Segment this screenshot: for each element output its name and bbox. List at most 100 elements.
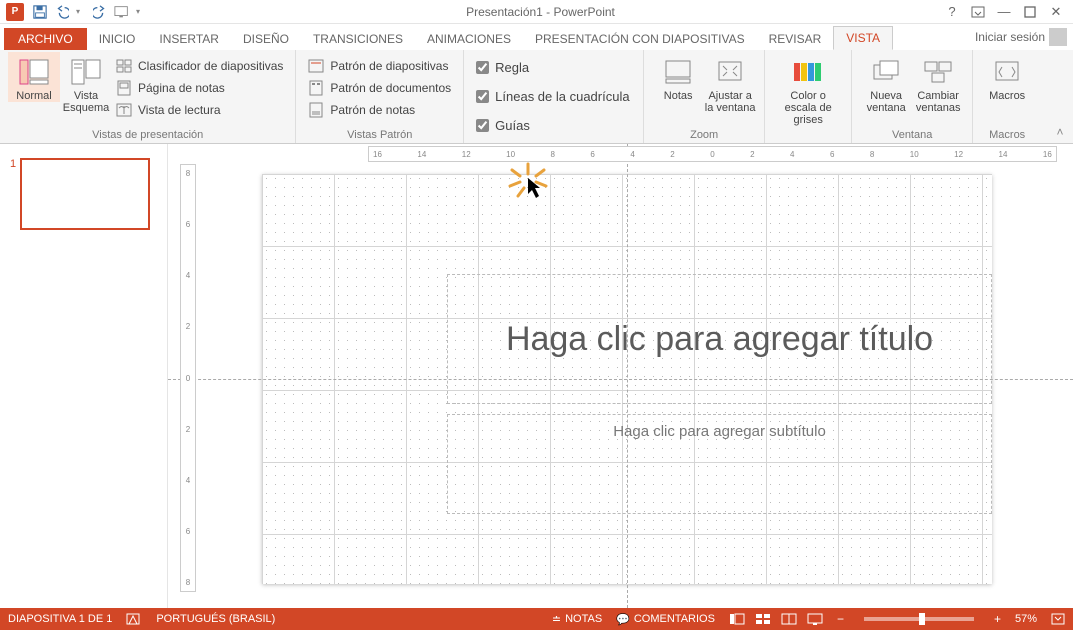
ruler-checkbox-input[interactable] [476,61,489,74]
app-icon: P [6,3,24,21]
guides-checkbox-input[interactable] [476,119,489,132]
outline-view-icon [70,56,102,88]
normal-mode-icon[interactable] [729,612,745,626]
redo-icon[interactable] [92,4,108,20]
switch-windows-label: Cambiar ventanas [912,90,964,114]
notes-master-button[interactable]: Patrón de notas [304,100,455,120]
horizontal-guide[interactable] [168,379,1073,380]
tab-design[interactable]: DISEÑO [231,28,301,50]
spell-check-icon[interactable] [126,612,142,626]
window-controls: ? — ✕ [935,3,1073,21]
ruler-tick: 10 [506,150,515,159]
qat-customize-icon[interactable]: ▾ [136,7,146,16]
language-indicator[interactable]: PORTUGUÉS (BRASIL) [156,613,275,625]
slide-master-label: Patrón de diapositivas [330,59,448,73]
notes-label: Notas [652,90,704,102]
sign-in[interactable]: Iniciar sesión [969,24,1073,50]
gridlines-checkbox[interactable]: Líneas de la cuadrícula [472,85,633,108]
save-icon[interactable] [32,4,48,20]
fit-to-window-icon[interactable] [1051,613,1065,625]
title-bar: P ▾ ▾ Presentación1 - PowerPoint ? — ✕ [0,0,1073,24]
macros-button[interactable]: Macros [981,52,1033,102]
ruler-tick: 6 [830,150,834,159]
slide-sorter-button[interactable]: Clasificador de diapositivas [112,56,287,76]
maximize-icon[interactable] [1021,3,1039,21]
subtitle-placeholder[interactable]: Haga clic para agregar subtítulo [447,414,992,514]
tab-review[interactable]: REVISAR [757,28,834,50]
tab-transitions[interactable]: TRANSICIONES [301,28,415,50]
reading-view-label: Vista de lectura [138,103,221,117]
vertical-ruler[interactable]: 864202468 [180,164,196,592]
comments-toggle[interactable]: 💬 COMENTARIOS [616,613,715,626]
group-color: Color o escala de grises [765,50,852,143]
zoom-in-button[interactable]: + [994,612,1001,626]
ruler-tick: 8 [186,578,190,587]
reading-view-icon [116,102,132,118]
undo-dropdown-icon[interactable]: ▾ [76,7,86,16]
tab-insert[interactable]: INSERTAR [147,28,231,50]
gridlines-checkbox-input[interactable] [476,90,489,103]
ruler-tick: 16 [1043,150,1052,159]
fit-window-label: Ajustar a la ventana [704,90,756,114]
slide-master-button[interactable]: Patrón de diapositivas [304,56,455,76]
title-placeholder[interactable]: Haga clic para agregar título [447,274,992,404]
slide-sorter-icon [116,58,132,74]
notes-page-button[interactable]: Página de notas [112,78,287,98]
tab-home[interactable]: INICIO [87,28,148,50]
handout-master-icon [308,80,324,96]
reading-mode-icon[interactable] [781,612,797,626]
handout-master-label: Patrón de documentos [330,81,451,95]
group-zoom: Notas Ajustar a la ventana Zoom [644,50,765,143]
ruler-tick: 10 [910,150,919,159]
handout-master-button[interactable]: Patrón de documentos [304,78,455,98]
collapse-ribbon-icon[interactable]: ˄ [1053,125,1067,139]
ruler-tick: 4 [630,150,634,159]
ribbon-display-icon[interactable] [969,3,987,21]
start-from-beginning-icon[interactable] [114,4,130,20]
reading-view-button[interactable]: Vista de lectura [112,100,287,120]
group-label-master: Vistas Patrón [304,127,455,143]
fit-window-button[interactable]: Ajustar a la ventana [704,52,756,114]
notes-button[interactable]: Notas [652,52,704,102]
ruler-tick: 4 [790,150,794,159]
fit-window-icon [714,56,746,88]
slide-thumbnail-image[interactable] [20,158,150,230]
ruler-tick: 6 [590,150,594,159]
minimize-icon[interactable]: — [995,3,1013,21]
undo-icon[interactable] [54,4,70,20]
slide-thumbnail[interactable]: 1 [10,158,157,230]
group-label-macros: Macros [981,127,1033,143]
switch-windows-button[interactable]: Cambiar ventanas [912,52,964,114]
zoom-slider[interactable] [864,617,974,621]
tab-animations[interactable]: ANIMACIONES [415,28,523,50]
zoom-out-button[interactable]: − [837,612,844,626]
group-master-views: Patrón de diapositivas Patrón de documen… [296,50,464,143]
view-mode-icons [729,612,823,626]
new-window-button[interactable]: Nueva ventana [860,52,912,114]
tab-slideshow[interactable]: PRESENTACIÓN CON DIAPOSITIVAS [523,28,757,50]
notes-master-label: Patrón de notas [330,103,415,117]
color-grayscale-icon [792,56,824,88]
ruler-tick: 4 [186,271,190,280]
outline-view-button[interactable]: Vista Esquema [60,52,112,114]
zoom-percentage[interactable]: 57% [1015,613,1037,625]
tab-view[interactable]: VISTA [833,26,893,50]
slideshow-mode-icon[interactable] [807,612,823,626]
close-icon[interactable]: ✕ [1047,3,1065,21]
help-icon[interactable]: ? [943,3,961,21]
guides-checkbox[interactable]: Guías [472,114,633,137]
group-label-views: Vistas de presentación [8,127,287,143]
tab-file[interactable]: ARCHIVO [4,28,87,50]
horizontal-ruler[interactable]: 1614121086420246810121416 [368,146,1057,162]
outline-view-label: Vista Esquema [60,90,112,114]
ruler-checkbox[interactable]: Regla [472,56,633,79]
ruler-tick: 8 [186,169,190,178]
slide-count[interactable]: DIAPOSITIVA 1 DE 1 [8,613,112,625]
zoom-slider-knob[interactable] [919,613,925,625]
slide-thumbnail-pane[interactable]: 1 [0,144,168,608]
color-grayscale-button[interactable]: Color o escala de grises [773,52,843,126]
notes-toggle[interactable]: ≐ NOTAS [552,613,602,626]
sorter-mode-icon[interactable] [755,612,771,626]
normal-view-button[interactable]: Normal [8,52,60,102]
notes-master-icon [308,102,324,118]
